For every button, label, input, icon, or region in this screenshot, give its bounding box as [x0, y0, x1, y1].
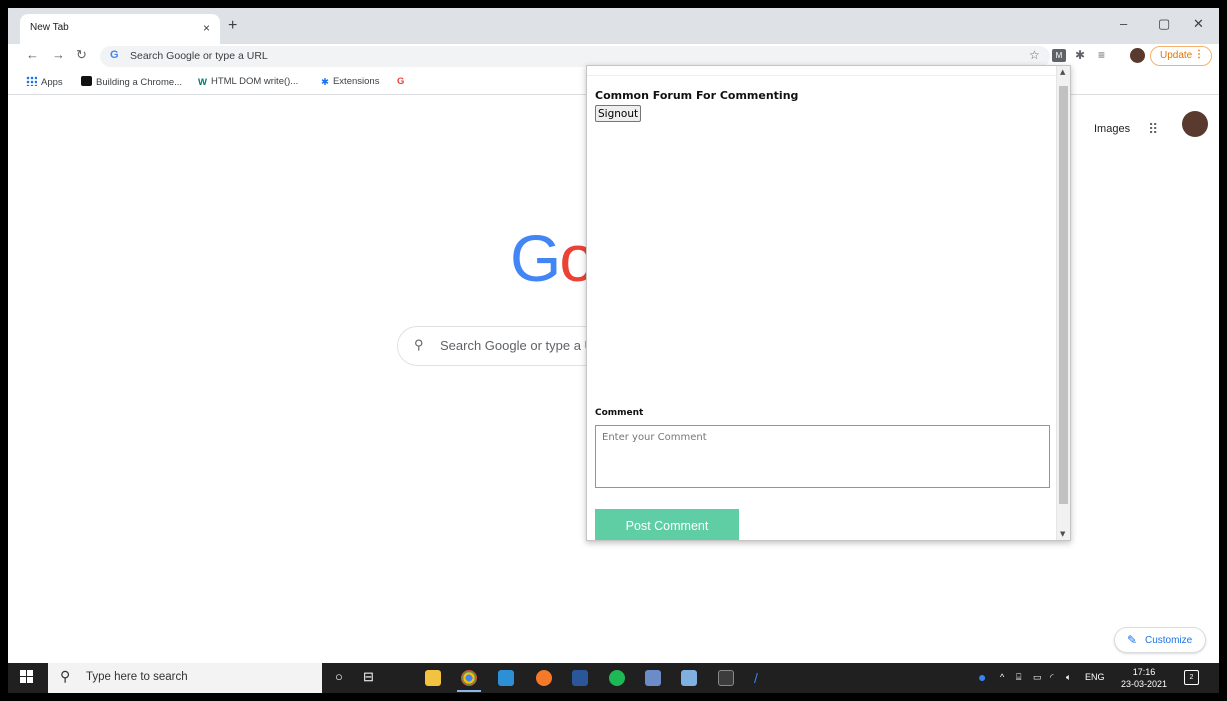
- post-comment-button[interactable]: Post Comment: [595, 509, 739, 540]
- google-icon: G: [110, 49, 119, 61]
- new-tab-button[interactable]: +: [228, 17, 237, 35]
- bookmark-label: HTML DOM write()...: [210, 76, 299, 87]
- clock[interactable]: 17:16 23-03-2021: [1121, 666, 1167, 690]
- language-indicator[interactable]: ENG: [1085, 672, 1105, 682]
- notification-center-icon[interactable]: 2: [1184, 670, 1199, 685]
- bookmark-label: Extensions: [332, 76, 380, 87]
- clock-time: 17:16: [1132, 667, 1156, 677]
- logo-letter: G: [510, 221, 561, 295]
- bookmark-label: Apps: [41, 77, 63, 88]
- customize-label: Customize: [1145, 635, 1193, 646]
- terminal-icon[interactable]: [718, 670, 734, 686]
- help-icon[interactable]: ●: [978, 669, 986, 685]
- popup-scrollbar[interactable]: ▲ ▼: [1056, 66, 1070, 540]
- popup-title: Common Forum For Commenting: [595, 89, 799, 102]
- back-icon[interactable]: ←: [26, 47, 39, 62]
- apps-grid-icon: [26, 76, 37, 86]
- extension-popup: Common Forum For Commenting Signout Comm…: [586, 65, 1071, 541]
- search-placeholder: Search Google or type a U: [440, 338, 594, 353]
- reading-list-icon[interactable]: ≡: [1098, 48, 1105, 62]
- scrollbar-thumb[interactable]: [1059, 86, 1068, 504]
- tab-title: New Tab: [30, 22, 69, 33]
- update-label: Update: [1160, 50, 1193, 61]
- scroll-up-icon[interactable]: ▲: [1060, 68, 1065, 76]
- postman-icon[interactable]: [536, 670, 552, 686]
- taskbar-search-box[interactable]: ⚲ Type here to search: [48, 663, 322, 693]
- address-bar[interactable]: G Search Google or type a URL: [100, 46, 1050, 67]
- menu-dots-icon: ⋮: [1194, 49, 1204, 60]
- customize-button[interactable]: ✎ Customize: [1114, 627, 1206, 653]
- extension-m-icon[interactable]: M: [1052, 49, 1066, 62]
- app-icon[interactable]: [681, 670, 697, 686]
- minimize-button[interactable]: –: [1120, 16, 1127, 31]
- puzzle-icon: ✱: [321, 77, 329, 88]
- battery-icon[interactable]: ▭: [1033, 672, 1042, 683]
- extensions-puzzle-icon[interactable]: ✱: [1075, 48, 1085, 62]
- bookmark-google-icon[interactable]: G: [397, 76, 404, 87]
- bookmark-building-chrome[interactable]: Building a Chrome...: [81, 76, 182, 88]
- search-icon: ⚲: [414, 337, 424, 352]
- bookmark-label: Building a Chrome...: [96, 77, 183, 88]
- pencil-icon: ✎: [1127, 633, 1138, 647]
- google-logo: Go: [510, 220, 596, 296]
- vscode-icon[interactable]: [498, 670, 514, 686]
- google-apps-icon[interactable]: ⠿: [1148, 121, 1158, 138]
- maximize-button[interactable]: ▢: [1158, 16, 1170, 32]
- bookmark-star-icon[interactable]: ☆: [1029, 48, 1040, 62]
- comment-label: Comment: [595, 408, 644, 418]
- account-avatar[interactable]: [1182, 111, 1208, 137]
- w3-icon: W: [198, 77, 207, 88]
- taskbar-search-placeholder: Type here to search: [86, 671, 188, 683]
- bookmark-apps[interactable]: Apps: [26, 76, 63, 88]
- tab-strip: New Tab × + – ▢ ✕: [8, 8, 1219, 44]
- network-icon[interactable]: ⌸: [1016, 672, 1021, 683]
- screen: New Tab × + – ▢ ✕ ← → ↻ G Search Google …: [8, 8, 1219, 693]
- medium-icon: [81, 76, 92, 86]
- address-bar-placeholder: Search Google or type a URL: [130, 50, 268, 62]
- word-icon[interactable]: [572, 670, 588, 686]
- clock-date: 23-03-2021: [1121, 679, 1168, 689]
- update-button[interactable]: Update ⋮: [1150, 46, 1212, 66]
- scroll-down-icon[interactable]: ▼: [1060, 530, 1065, 538]
- windows-taskbar: ⚲ Type here to search ○ ⊟ / ● ^ ⌸ ▭ ◜ 🔈︎…: [8, 663, 1219, 693]
- cortana-icon[interactable]: ○: [335, 669, 343, 684]
- popup-header-strip: [587, 66, 1057, 76]
- chrome-icon[interactable]: [461, 670, 477, 686]
- active-app-indicator: [457, 690, 481, 692]
- reload-icon[interactable]: ↻: [76, 47, 87, 63]
- pen-app-icon[interactable]: /: [754, 670, 770, 686]
- search-icon: ⚲: [60, 668, 71, 684]
- comment-input[interactable]: [595, 425, 1050, 488]
- show-hidden-icons[interactable]: ^: [1000, 672, 1004, 682]
- tab-new-tab[interactable]: New Tab ×: [20, 14, 220, 44]
- tab-close-icon[interactable]: ×: [203, 21, 210, 35]
- volume-icon[interactable]: 🔈︎: [1066, 672, 1071, 683]
- wifi-icon[interactable]: ◜: [1050, 672, 1054, 683]
- signout-button[interactable]: Signout: [595, 105, 642, 122]
- bookmark-extensions[interactable]: ✱ Extensions: [321, 76, 379, 88]
- profile-avatar-icon[interactable]: [1130, 48, 1145, 63]
- close-window-button[interactable]: ✕: [1193, 16, 1204, 32]
- file-explorer-icon[interactable]: [425, 670, 441, 686]
- task-view-icon[interactable]: ⊟: [363, 669, 374, 685]
- windows-start-icon[interactable]: [20, 670, 34, 684]
- bookmark-html-dom[interactable]: W HTML DOM write()...: [198, 76, 298, 88]
- spotify-icon[interactable]: [609, 670, 625, 686]
- app-icon[interactable]: [645, 670, 661, 686]
- images-link[interactable]: Images: [1094, 123, 1130, 135]
- forward-icon[interactable]: →: [52, 47, 65, 62]
